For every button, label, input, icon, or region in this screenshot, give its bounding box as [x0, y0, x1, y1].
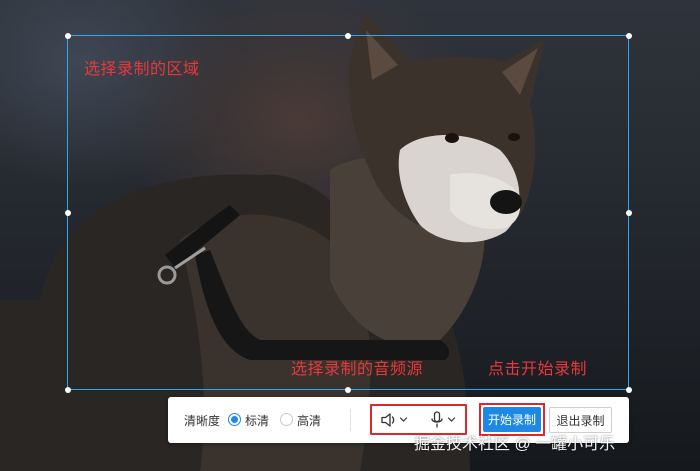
- resize-handle-top-left[interactable]: [65, 33, 71, 39]
- resize-handle-left[interactable]: [65, 210, 71, 216]
- quality-radio-standard[interactable]: [228, 413, 241, 426]
- resize-handle-bottom-right[interactable]: [626, 387, 632, 393]
- annotation-click-start: 点击开始录制: [488, 361, 588, 378]
- annotation-select-audio: 选择录制的音频源: [291, 361, 424, 378]
- resize-handle-top-right[interactable]: [626, 33, 632, 39]
- quality-option-standard[interactable]: 标清: [245, 412, 269, 429]
- start-recording-button[interactable]: 开始录制: [483, 407, 541, 432]
- resize-handle-top[interactable]: [345, 33, 351, 39]
- microphone-icon[interactable]: [430, 411, 444, 429]
- resize-handle-bottom[interactable]: [345, 387, 351, 393]
- quality-option-high[interactable]: 高清: [297, 412, 321, 429]
- resize-handle-bottom-left[interactable]: [65, 387, 71, 393]
- chevron-down-icon[interactable]: [399, 415, 408, 424]
- watermark: 掘金技术社区 @ 一罐小可乐: [414, 436, 616, 453]
- resize-handle-right[interactable]: [626, 210, 632, 216]
- chevron-down-icon[interactable]: [447, 415, 456, 424]
- quality-radio-high[interactable]: [280, 413, 293, 426]
- toolbar-divider: [350, 409, 351, 431]
- speaker-icon[interactable]: [380, 412, 398, 428]
- selection-region[interactable]: [65, 33, 632, 393]
- annotation-select-region: 选择录制的区域: [84, 61, 200, 78]
- quality-label: 清晰度: [184, 414, 221, 428]
